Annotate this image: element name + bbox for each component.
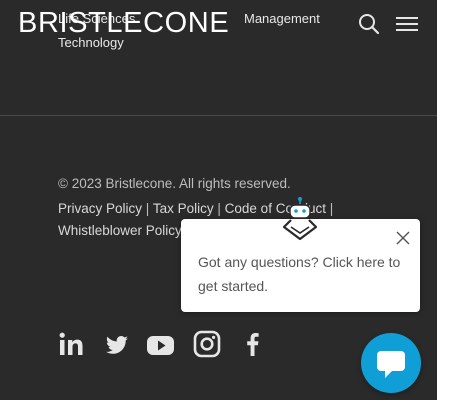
chat-popup-message[interactable]: Got any questions? Click here to get sta… <box>198 250 413 298</box>
robot-icon <box>282 197 318 241</box>
linkedin-icon <box>59 332 83 355</box>
close-button[interactable] <box>394 229 412 247</box>
close-icon <box>396 231 410 245</box>
page-edge <box>437 0 454 409</box>
whistleblower-policy-link[interactable]: Whistleblower Policy <box>58 223 182 238</box>
chat-launcher-button[interactable] <box>361 333 421 393</box>
menu-item-management[interactable]: Management <box>244 11 320 26</box>
facebook-link[interactable] <box>239 330 267 358</box>
instagram-link[interactable] <box>193 330 221 358</box>
youtube-icon <box>147 336 174 355</box>
link-separator: | <box>217 201 221 216</box>
twitter-icon <box>106 336 128 354</box>
chat-bubble-icon <box>377 351 405 378</box>
link-separator: | <box>145 201 150 216</box>
instagram-icon <box>193 330 221 358</box>
link-separator: | <box>329 201 334 216</box>
hamburger-icon <box>396 17 418 31</box>
tax-policy-link[interactable]: Tax Policy <box>153 201 214 216</box>
privacy-policy-link[interactable]: Privacy Policy <box>58 201 142 216</box>
search-button[interactable] <box>357 12 381 36</box>
youtube-link[interactable] <box>146 330 176 358</box>
bristlecone-logo[interactable]: BRISTLECONE <box>18 7 229 40</box>
linkedin-link[interactable] <box>58 330 86 358</box>
chatbot-avatar <box>281 196 319 242</box>
page-edge-bottom <box>0 400 437 409</box>
facebook-icon <box>247 333 259 356</box>
menu-button[interactable] <box>396 14 420 34</box>
footer-divider <box>0 115 437 116</box>
search-icon <box>359 14 380 35</box>
twitter-link[interactable] <box>103 330 131 358</box>
copyright-text: © 2023 Bristlecone. All rights reserved. <box>58 176 291 191</box>
